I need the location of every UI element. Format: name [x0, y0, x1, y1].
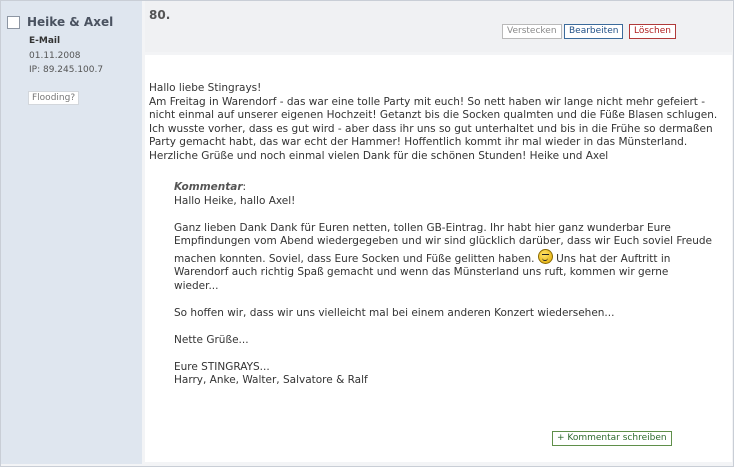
message-body: Am Freitag in Warendorf - das war eine t… — [149, 95, 718, 162]
delete-button[interactable]: Löschen — [629, 24, 676, 39]
hide-button[interactable]: Verstecken — [502, 24, 562, 39]
author-name: Heike & Axel — [27, 15, 114, 29]
comment-signature-2: Harry, Anke, Walter, Salvatore & Ralf — [174, 374, 368, 386]
comment-signature-1: Eure STINGRAYS... — [174, 360, 270, 373]
comment-title-colon: : — [242, 181, 247, 193]
comment-title: Kommentar — [174, 181, 243, 193]
email-link[interactable]: E-Mail — [29, 36, 60, 46]
comment-paragraph-4: Nette Grüße... — [174, 333, 249, 346]
message-greeting: Hallo liebe Stingrays! — [149, 82, 262, 94]
entry-number: 80. — [149, 8, 171, 22]
flooding-button[interactable]: Flooding? — [28, 91, 80, 105]
entry-date: 01.11.2008 — [29, 51, 81, 61]
comment-paragraph-2: Ganz lieben Dank Dank für Euren netten, … — [174, 222, 714, 294]
add-comment-button[interactable]: + Kommentar schreiben — [552, 431, 672, 446]
admin-comment: Kommentar: Hallo Heike, hallo Axel! Ganz… — [174, 181, 714, 388]
comment-paragraph-3: So hoffen wir, dass wir uns vielleicht m… — [174, 306, 615, 319]
entry-message: Hallo liebe Stingrays! Am Freitag in War… — [149, 82, 721, 163]
ip-address: IP: 89.245.100.7 — [29, 65, 104, 75]
select-checkbox[interactable] — [7, 16, 20, 29]
edit-button[interactable]: Bearbeiten — [564, 24, 624, 39]
smiley-icon — [537, 248, 553, 264]
comment-line1: Hallo Heike, hallo Axel! — [174, 194, 296, 207]
